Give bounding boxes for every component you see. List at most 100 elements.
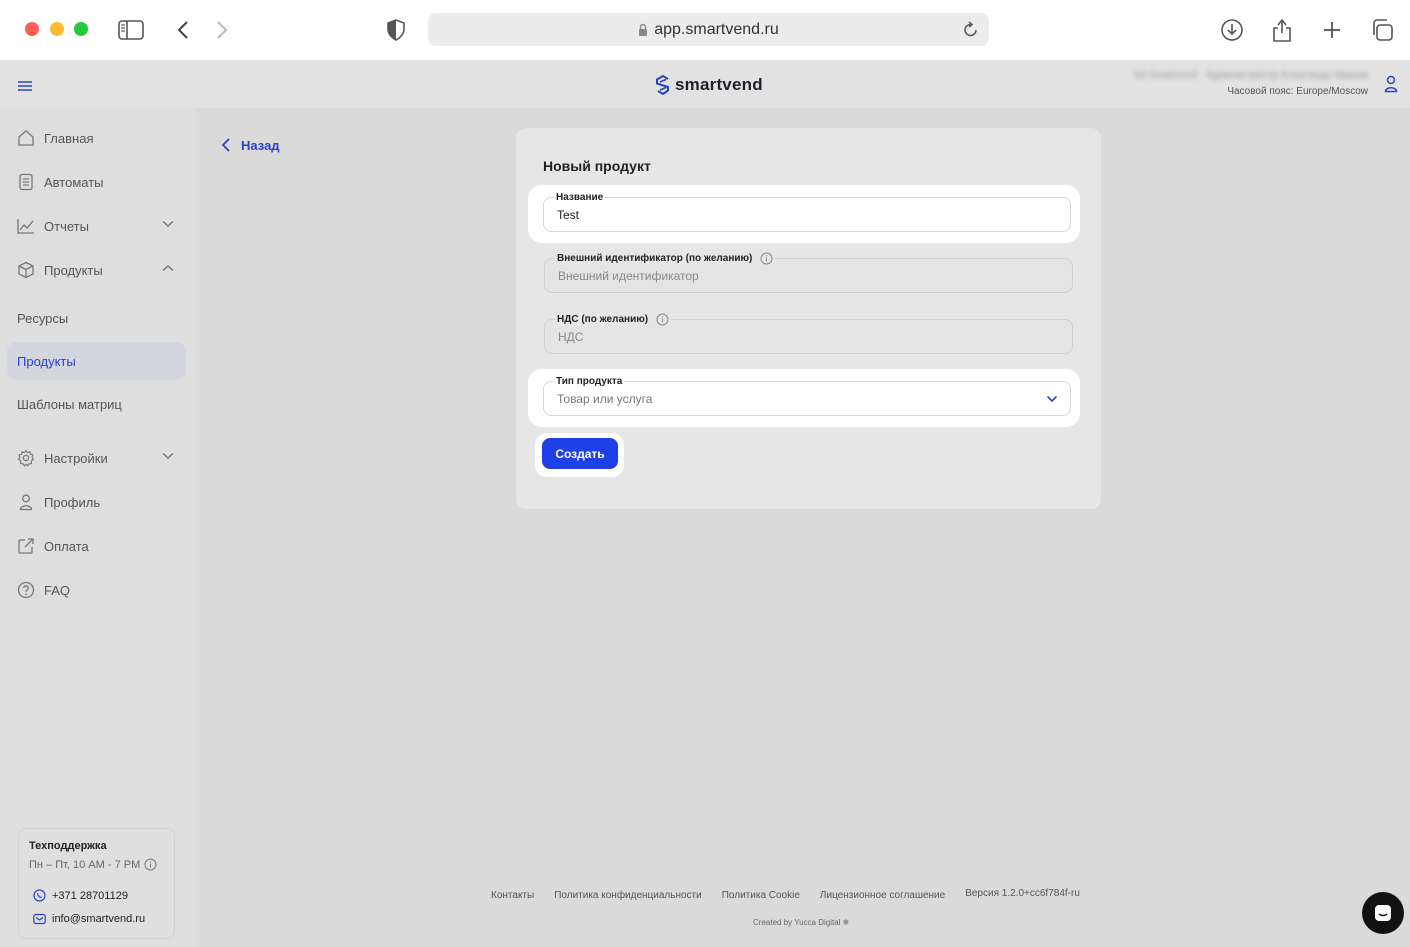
share-icon[interactable]: [1268, 16, 1296, 44]
footer-version: Версия 1.2.0+cc6f784f-ru: [965, 888, 1080, 899]
new-product-form: Новый продукт Название Test Внешний иден…: [516, 128, 1101, 509]
sidebar-subitem-matrix-templates[interactable]: Шаблоны матриц: [7, 385, 186, 423]
sidebar-item-profile[interactable]: Профиль: [0, 484, 196, 520]
chevron-down-icon: [162, 452, 174, 459]
external-id-field-label: Внешний идентификатор (по желанию): [555, 252, 776, 265]
user-name: SA Smartvend · Администратор Александр И…: [1133, 70, 1368, 81]
form-title: Новый продукт: [543, 158, 651, 174]
sidebar-subitem-resources[interactable]: Ресурсы: [7, 299, 186, 337]
sidebar-toggle-icon[interactable]: [117, 16, 145, 44]
external-id-label-text: Внешний идентификатор (по желанию): [557, 253, 753, 264]
new-tab-icon[interactable]: [1318, 16, 1346, 44]
product-type-value: Товар или услуга: [557, 392, 653, 406]
info-icon[interactable]: [760, 252, 773, 265]
footer-credit[interactable]: Created by Yucca Digital ❄: [753, 918, 849, 927]
footer-link-privacy[interactable]: Политика конфиденциальности: [554, 890, 702, 901]
forward-icon[interactable]: [208, 16, 236, 44]
footer-links: Контакты Политика конфиденциальности Пол…: [491, 888, 1080, 901]
info-icon[interactable]: [144, 858, 157, 871]
minimize-window-button[interactable]: [50, 22, 64, 36]
chevron-left-icon: [221, 138, 230, 152]
reload-icon[interactable]: [963, 20, 979, 43]
sidebar-item-faq[interactable]: FAQ: [0, 572, 196, 608]
chevron-down-icon: [162, 220, 174, 227]
sidebar-item-settings[interactable]: Настройки: [0, 440, 196, 476]
external-id-field[interactable]: Внешний идентификатор (по желанию) Внешн…: [544, 252, 1073, 293]
sidebar: Главная Автоматы Отчеты Продукты Ресурсы…: [0, 108, 196, 947]
chat-button[interactable]: [1362, 892, 1404, 934]
user-icon: [19, 494, 33, 511]
footer-link-contacts[interactable]: Контакты: [491, 890, 534, 901]
product-type-select[interactable]: Тип продукта Товар или услуга: [543, 376, 1071, 416]
whatsapp-icon: [33, 889, 46, 902]
sidebar-item-products[interactable]: Продукты: [0, 252, 196, 288]
support-phone[interactable]: +371 28701129: [33, 889, 128, 902]
sidebar-item-payment[interactable]: Оплата: [0, 528, 196, 564]
chevron-up-icon: [162, 265, 174, 272]
sidebar-item-label: Главная: [44, 130, 94, 146]
support-hours: Пн – Пт, 10 AM - 7 PM: [29, 858, 157, 871]
footer-link-cookie[interactable]: Политика Cookie: [722, 890, 800, 901]
menu-icon[interactable]: [17, 79, 33, 97]
sidebar-item-label: Профиль: [44, 494, 101, 510]
sidebar-subitem-label: Продукты: [17, 353, 76, 369]
name-field-value: Test: [557, 208, 580, 222]
sidebar-item-label: Отчеты: [44, 218, 89, 234]
external-link-icon: [18, 538, 34, 554]
chat-icon: [1375, 905, 1391, 921]
name-field-highlight: Название Test: [528, 185, 1080, 243]
sidebar-item-home[interactable]: Главная: [0, 120, 196, 156]
logo-icon: [656, 75, 669, 95]
mail-icon: [33, 913, 46, 925]
address-bar[interactable]: app.smartvend.ru: [428, 13, 989, 46]
vat-field-label: НДС (по желанию): [555, 313, 672, 326]
name-field-label: Название: [554, 192, 606, 203]
url-text: app.smartvend.ru: [654, 20, 779, 38]
name-field[interactable]: Название Test: [543, 192, 1071, 232]
sidebar-item-reports[interactable]: Отчеты: [0, 208, 196, 244]
chevron-down-icon: [1046, 395, 1058, 403]
box-icon: [18, 261, 34, 279]
back-label: Назад: [241, 137, 280, 153]
tab-overview-icon[interactable]: [1368, 16, 1396, 44]
footer-link-license[interactable]: Лицензионное соглашение: [820, 890, 945, 901]
sidebar-item-label: Оплата: [44, 538, 89, 554]
create-button[interactable]: Создать: [542, 438, 618, 469]
sidebar-item-label: Настройки: [44, 450, 108, 466]
gear-icon: [17, 449, 35, 467]
chart-icon: [17, 219, 34, 234]
support-email[interactable]: info@smartvend.ru: [33, 913, 145, 925]
lock-icon: [639, 23, 648, 36]
help-icon: [17, 581, 35, 599]
home-icon: [18, 130, 34, 146]
support-hours-text: Пн – Пт, 10 AM - 7 PM: [29, 858, 141, 871]
user-info: SA Smartvend · Администратор Александр И…: [1133, 70, 1368, 97]
info-icon[interactable]: [656, 313, 669, 326]
sidebar-item-label: FAQ: [44, 582, 71, 598]
timezone-label: Часовой пояс: Europe/Moscow: [1227, 86, 1368, 97]
create-button-highlight: Создать: [535, 433, 624, 477]
logo[interactable]: smartvend: [655, 75, 763, 95]
sidebar-subitem-products[interactable]: Продукты: [7, 342, 186, 380]
vat-field[interactable]: НДС (по желанию) НДС: [544, 313, 1073, 354]
close-window-button[interactable]: [25, 22, 39, 36]
app-header: smartvend SA Smartvend · Администратор А…: [0, 61, 1410, 108]
back-link[interactable]: Назад: [221, 137, 280, 153]
user-icon[interactable]: [1384, 75, 1398, 98]
zoom-window-button[interactable]: [74, 22, 88, 36]
support-phone-text: +371 28701129: [52, 889, 128, 902]
sidebar-item-label: Автоматы: [44, 174, 104, 190]
external-id-placeholder: Внешний идентификатор: [558, 269, 699, 283]
sidebar-subitem-label: Шаблоны матриц: [17, 396, 122, 412]
vat-label-text: НДС (по желанию): [557, 314, 649, 325]
vending-machine-icon: [19, 173, 33, 191]
privacy-shield-icon[interactable]: [382, 16, 410, 44]
support-title: Техподдержка: [29, 840, 107, 852]
vat-placeholder: НДС: [558, 330, 584, 344]
back-icon[interactable]: [169, 16, 197, 44]
sidebar-item-vending-machines[interactable]: Автоматы: [0, 164, 196, 200]
support-box: Техподдержка Пн – Пт, 10 AM - 7 PM +371 …: [18, 828, 175, 939]
browser-toolbar: app.smartvend.ru: [0, 0, 1410, 61]
download-icon[interactable]: [1218, 16, 1246, 44]
sidebar-item-label: Продукты: [44, 262, 103, 278]
